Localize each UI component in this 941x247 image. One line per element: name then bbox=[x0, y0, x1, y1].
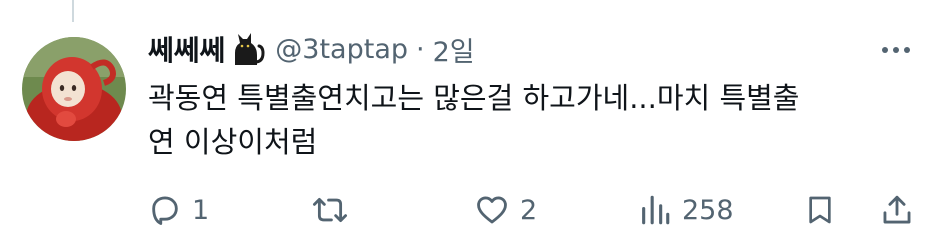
retweet-icon bbox=[310, 193, 350, 227]
tweet-header: 쎄쎄쎄 @3taptap · 2일 bbox=[148, 27, 475, 71]
tweet-actions: 1 2 258 bbox=[148, 190, 918, 230]
tweet-body: 곽동연 특별출연치고는 많은걸 하고가네...마치 특별출 연 이상이처럼 bbox=[148, 76, 918, 164]
separator-dot: · bbox=[416, 33, 425, 65]
timestamp[interactable]: 2일 bbox=[433, 30, 475, 69]
tweet-body-line: 연 이상이처럼 bbox=[148, 125, 318, 159]
reply-icon bbox=[148, 193, 182, 227]
bookmark-button[interactable] bbox=[804, 190, 836, 230]
black-cat-emoji-icon bbox=[227, 29, 267, 69]
teletubby-po-avatar bbox=[22, 37, 126, 141]
more-dot bbox=[904, 47, 910, 53]
tweet-body-line: 곽동연 특별출연치고는 많은걸 하고가네...마치 특별출 bbox=[148, 81, 800, 115]
avatar[interactable] bbox=[22, 37, 126, 141]
heart-icon bbox=[474, 193, 510, 227]
retweet-button[interactable] bbox=[310, 190, 360, 230]
reply-button[interactable]: 1 bbox=[148, 190, 209, 230]
like-button[interactable]: 2 bbox=[474, 190, 537, 230]
display-name[interactable]: 쎄쎄쎄 bbox=[148, 29, 225, 69]
share-icon bbox=[880, 193, 914, 227]
like-count: 2 bbox=[520, 194, 538, 226]
views-count: 258 bbox=[682, 194, 734, 226]
reply-count: 1 bbox=[192, 194, 210, 226]
bookmark-icon bbox=[804, 193, 836, 227]
more-dot bbox=[882, 47, 888, 53]
more-dot bbox=[893, 47, 899, 53]
more-options-icon[interactable] bbox=[878, 38, 914, 62]
views-button[interactable]: 258 bbox=[638, 190, 734, 230]
thread-connector-line bbox=[72, 0, 74, 22]
views-icon bbox=[638, 193, 672, 227]
user-handle[interactable]: @3taptap bbox=[275, 34, 408, 65]
share-button[interactable] bbox=[880, 190, 914, 230]
